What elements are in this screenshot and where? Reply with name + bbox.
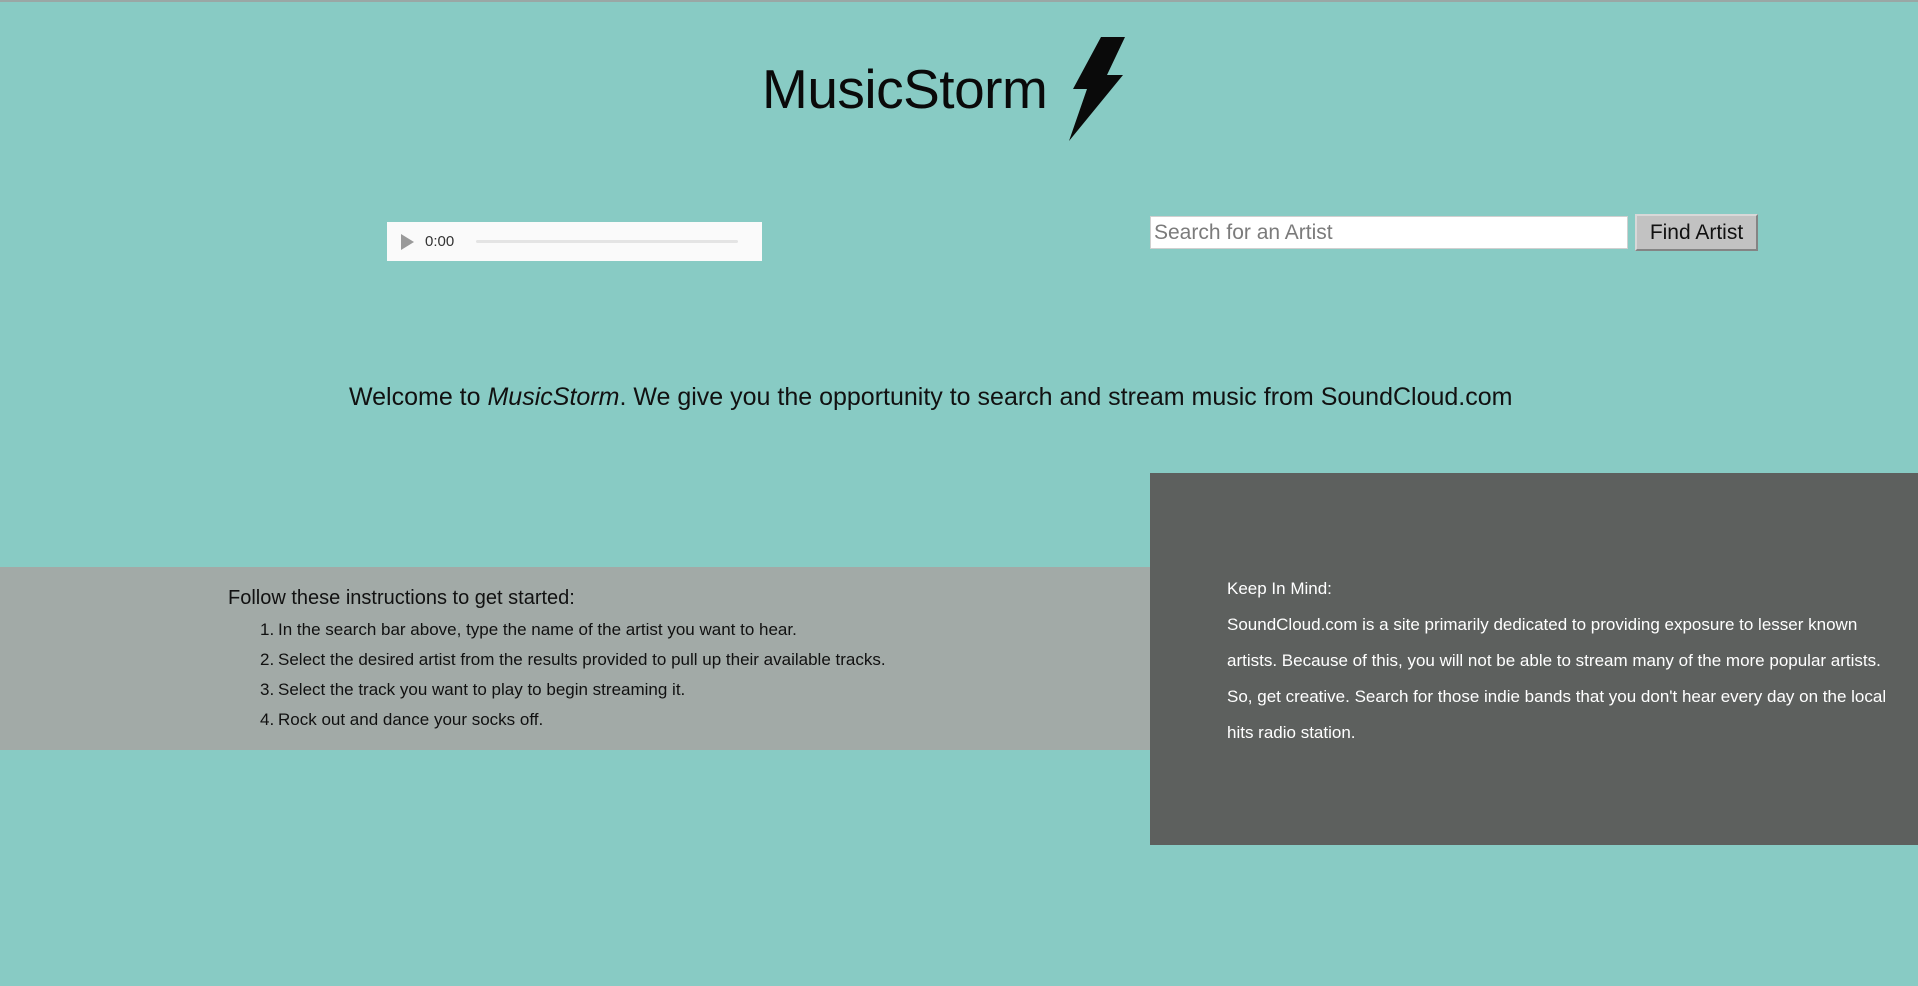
artist-search-input[interactable] — [1150, 216, 1628, 249]
list-item-text: Select the desired artist from the resul… — [278, 650, 886, 669]
keep-in-mind-content: Keep In Mind: SoundCloud.com is a site p… — [1227, 571, 1887, 751]
instructions-list: 1. In the search bar above, type the name… — [260, 615, 886, 735]
list-item-text: In the search bar above, type the name o… — [278, 620, 797, 639]
player-time: 0:00 — [425, 233, 455, 250]
list-item-text: Select the track you want to play to beg… — [278, 680, 686, 699]
play-icon[interactable] — [401, 233, 414, 250]
list-item-number: 1. — [260, 620, 275, 639]
player-progress-track[interactable] — [476, 240, 739, 243]
welcome-suffix: . We give you the opportunity to search … — [619, 383, 1513, 411]
list-item-number: 2. — [260, 650, 275, 669]
lightning-bolt-icon — [1069, 37, 1126, 141]
site-logo: MusicStorm — [762, 36, 1127, 142]
list-item-text: Rock out and dance your socks off. — [278, 710, 544, 729]
instructions-heading: Follow these instructions to get started… — [228, 587, 575, 609]
list-item: 3. Select the track you want to play to b… — [260, 675, 886, 705]
top-border — [0, 0, 1918, 2]
list-item: 1. In the search bar above, type the name… — [260, 615, 886, 645]
keep-in-mind-heading: Keep In Mind: — [1227, 579, 1332, 598]
list-item: 4. Rock out and dance your socks off. — [260, 705, 886, 735]
welcome-message: Welcome to MusicStorm. We give you the o… — [349, 383, 1649, 412]
site-title: MusicStorm — [762, 58, 1048, 120]
welcome-brand: MusicStorm — [487, 383, 620, 411]
audio-player[interactable]: 0:00 — [387, 222, 762, 261]
instructions-section: Follow these instructions to get started… — [0, 567, 1150, 750]
list-item-number: 3. — [260, 680, 275, 699]
welcome-prefix: Welcome to — [349, 383, 488, 411]
find-artist-button[interactable]: Find Artist — [1635, 214, 1758, 251]
list-item-number: 4. — [260, 710, 275, 729]
keep-in-mind-body: SoundCloud.com is a site primarily dedic… — [1227, 615, 1887, 742]
keep-in-mind-panel: Keep In Mind: SoundCloud.com is a site p… — [1150, 473, 1918, 845]
list-item: 2. Select the desired artist from the res… — [260, 645, 886, 675]
